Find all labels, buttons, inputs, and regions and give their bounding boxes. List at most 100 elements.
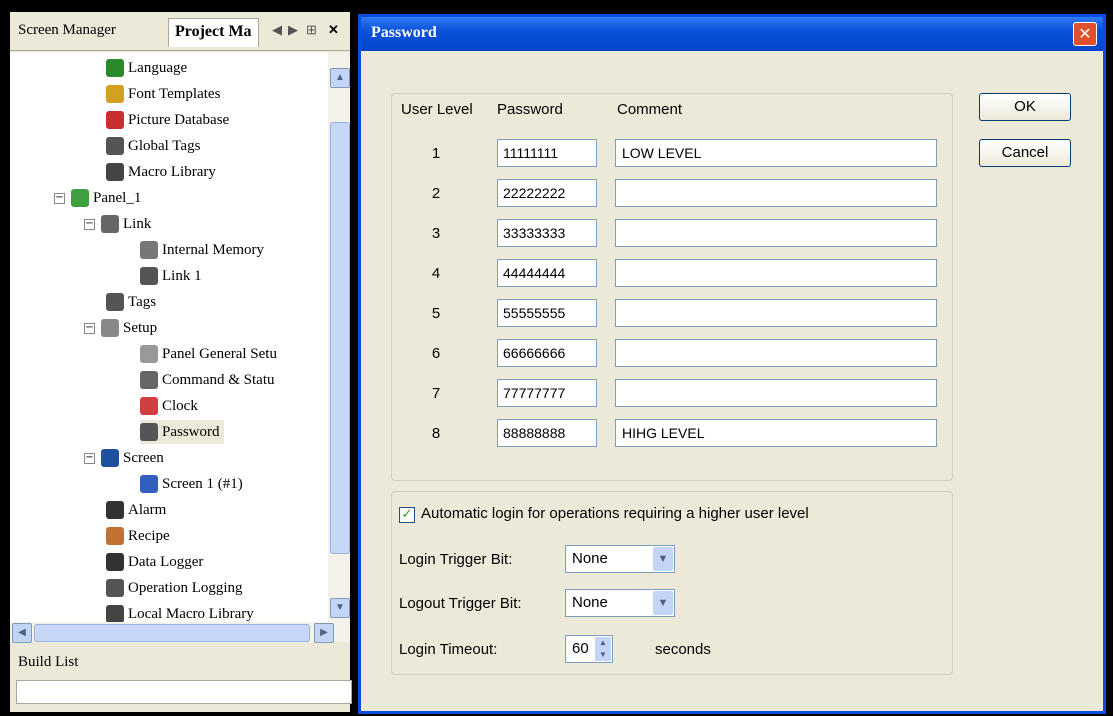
tree-item-label: Alarm	[128, 502, 167, 518]
data-logger-icon	[106, 553, 124, 571]
tree-item[interactable]: − Setup	[84, 316, 157, 340]
ok-button[interactable]: OK	[979, 93, 1071, 121]
password-field[interactable]: 11111111	[497, 139, 597, 167]
tags-icon	[106, 137, 124, 155]
tree-item[interactable]: Operation Logging	[106, 576, 243, 600]
tree-item[interactable]: Global Tags	[106, 134, 200, 158]
password-field[interactable]: 66666666	[497, 339, 597, 367]
comment-field[interactable]	[615, 219, 937, 247]
clock-icon	[140, 397, 158, 415]
collapse-icon[interactable]: −	[84, 218, 95, 230]
tree-item[interactable]: Screen 1 (#1)	[140, 472, 243, 496]
collapse-icon[interactable]: −	[54, 192, 65, 204]
tree-vertical-scrollbar[interactable]: ▲ ▼	[328, 52, 350, 622]
tree-item[interactable]: Local Macro Library	[106, 602, 254, 622]
comment-field[interactable]	[615, 179, 937, 207]
password-field[interactable]: 55555555	[497, 299, 597, 327]
wrench-icon	[101, 319, 119, 337]
comment-field[interactable]	[615, 299, 937, 327]
tree-item-label: Internal Memory	[162, 242, 265, 258]
comment-field[interactable]	[615, 379, 937, 407]
login-trigger-select[interactable]: None ▼	[565, 545, 675, 573]
tab-scroll-left-icon[interactable]: ◀	[272, 22, 282, 38]
close-panel-icon[interactable]: ✕	[328, 22, 339, 38]
dialog-titlebar[interactable]: Password ✕	[361, 17, 1103, 51]
tab-scroll-right-icon[interactable]: ▶	[288, 22, 298, 38]
close-icon[interactable]: ✕	[1073, 22, 1097, 46]
scroll-right-icon[interactable]: ▶	[314, 623, 334, 643]
tree-item-label: Link	[123, 216, 152, 232]
tree-item[interactable]: − Screen	[84, 446, 164, 470]
password-field[interactable]: 22222222	[497, 179, 597, 207]
tree-item[interactable]: Font Templates	[106, 82, 220, 106]
tree-item[interactable]: Data Logger	[106, 550, 203, 574]
logout-trigger-value: None	[572, 594, 608, 611]
tree-item-label: Screen 1 (#1)	[162, 476, 243, 492]
logout-trigger-select[interactable]: None ▼	[565, 589, 675, 617]
tree-item[interactable]: Clock	[140, 394, 198, 418]
header-comment: Comment	[617, 101, 683, 118]
tree-item[interactable]: Macro Library	[106, 160, 216, 184]
tree-item-label: Panel_1	[93, 190, 142, 206]
memory-icon	[140, 241, 158, 259]
tree-item[interactable]: Command & Statu	[140, 368, 275, 392]
build-list-output[interactable]	[16, 680, 352, 704]
tree-item[interactable]: Internal Memory	[140, 238, 264, 262]
password-dialog: Password ✕ User Level Password Comment 1…	[358, 14, 1106, 714]
project-manager-panel: Screen Manager Project Ma ◀ ▶ ⊞ ✕ Langua…	[10, 12, 352, 712]
pin-icon[interactable]: ⊞	[306, 22, 317, 38]
link-icon	[101, 215, 119, 233]
scroll-left-icon[interactable]: ◀	[12, 623, 32, 643]
screen-icon	[101, 449, 119, 467]
tab-project-manager[interactable]: Project Ma	[168, 18, 259, 47]
collapse-icon[interactable]: −	[84, 452, 95, 464]
panel-icon	[71, 189, 89, 207]
tree-item[interactable]: Password	[140, 420, 224, 444]
tree-item[interactable]: Link 1	[140, 264, 202, 288]
scroll-up-icon[interactable]: ▲	[330, 68, 350, 88]
password-field[interactable]: 77777777	[497, 379, 597, 407]
local-macro-icon	[106, 605, 124, 622]
tree-item[interactable]: Recipe	[106, 524, 170, 548]
tree-item[interactable]: Panel General Setu	[140, 342, 277, 366]
comment-field[interactable]: HIHG LEVEL	[615, 419, 937, 447]
link1-icon	[140, 267, 158, 285]
panel-tab-bar: Screen Manager Project Ma ◀ ▶ ⊞ ✕	[10, 12, 350, 51]
tree-item-label: Global Tags	[128, 138, 201, 154]
tree-item[interactable]: − Panel_1	[54, 186, 141, 210]
user-level-number: 8	[431, 425, 441, 442]
header-user-level: User Level	[401, 101, 473, 118]
collapse-icon[interactable]: −	[84, 322, 95, 334]
comment-field[interactable]: LOW LEVEL	[615, 139, 937, 167]
build-list-panel: Build List	[10, 644, 352, 712]
password-field[interactable]: 33333333	[497, 219, 597, 247]
auto-login-checkbox[interactable]: ✓	[399, 507, 415, 523]
scroll-down-icon[interactable]: ▼	[330, 598, 350, 618]
password-field[interactable]: 44444444	[497, 259, 597, 287]
tree-item[interactable]: Language	[106, 56, 187, 80]
scroll-thumb[interactable]	[330, 122, 350, 554]
tree-item-label: Setup	[123, 320, 158, 336]
tree-item[interactable]: Tags	[106, 290, 156, 314]
dialog-title: Password	[371, 24, 437, 41]
chevron-down-icon[interactable]: ▼	[653, 591, 673, 615]
cancel-button[interactable]: Cancel	[979, 139, 1071, 167]
comment-field[interactable]	[615, 339, 937, 367]
login-timeout-label: Login Timeout:	[399, 641, 498, 658]
font-templates-icon	[106, 85, 124, 103]
login-trigger-label: Login Trigger Bit:	[399, 551, 513, 568]
tree-item[interactable]: Picture Database	[106, 108, 229, 132]
chevron-down-icon[interactable]: ▼	[653, 547, 673, 571]
horizontal-scroll-thumb[interactable]	[34, 624, 310, 642]
login-timeout-spinner[interactable]: 60 ▲ ▼	[565, 635, 613, 663]
spinner-arrows-icon[interactable]: ▲ ▼	[595, 637, 611, 661]
comment-field[interactable]	[615, 259, 937, 287]
password-field[interactable]: 88888888	[497, 419, 597, 447]
command-icon	[140, 371, 158, 389]
tree-item[interactable]: − Link	[84, 212, 151, 236]
tree-item-label: Local Macro Library	[128, 606, 254, 622]
tree-horizontal-scrollbar[interactable]: ◀ ▶	[10, 622, 350, 643]
tree-item[interactable]: Alarm	[106, 498, 166, 522]
tab-screen-manager[interactable]: Screen Manager	[18, 22, 116, 39]
screen-page-icon	[140, 475, 158, 493]
